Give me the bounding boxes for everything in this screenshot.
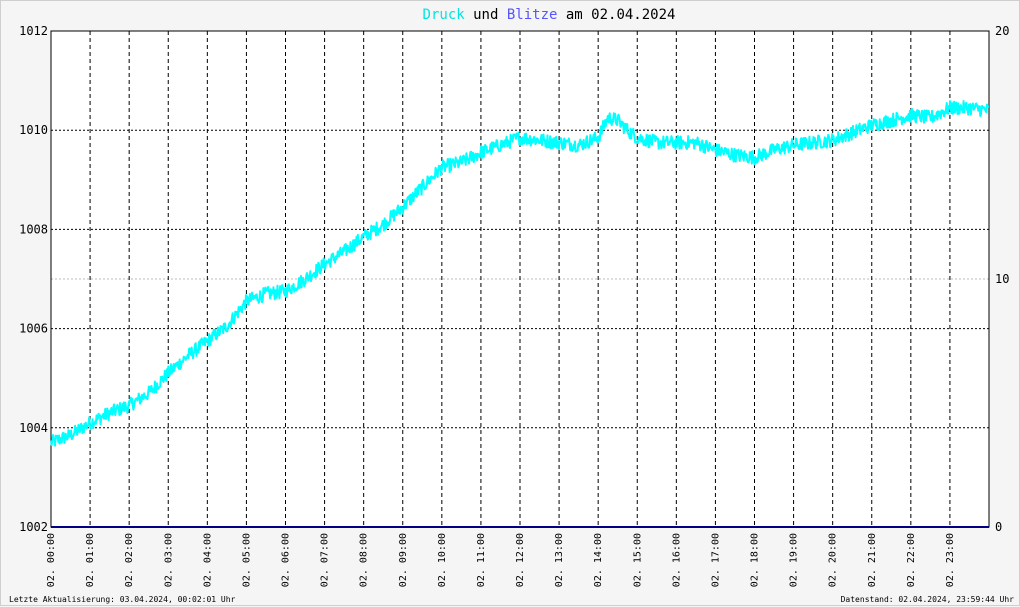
y-left-tick-label: 1012 [19, 24, 48, 38]
x-tick-label: 02. 06:00 [281, 533, 292, 587]
x-tick-label: 02. 19:00 [789, 533, 800, 587]
y-left-tick-label: 1008 [19, 222, 48, 236]
x-tick-label: 02. 03:00 [163, 533, 174, 587]
x-tick-label: 02. 12:00 [515, 533, 526, 587]
right-axis-ticks: 0 10 20 [995, 24, 1009, 534]
y-right-tick-label: 0 [995, 520, 1002, 534]
x-tick-label: 02. 08:00 [359, 533, 370, 587]
x-tick-label: 02. 16:00 [671, 533, 682, 587]
x-tick-label: 02. 09:00 [398, 533, 409, 587]
pressure-lightning-chart: Druck und Blitze am 02.04.2024 100210041… [9, 7, 1015, 604]
y-left-tick-label: 1010 [19, 123, 48, 137]
x-tick-label: 02. 05:00 [241, 533, 252, 587]
x-tick-label: 02. 02:00 [124, 533, 135, 587]
y-right-tick-label: 20 [995, 24, 1009, 38]
y-left-tick-label: 1002 [19, 520, 48, 534]
x-axis-ticks: 02. 00:00 02. 01:00 02. 02:00 02. 03:00 02. … [46, 533, 956, 587]
title-und: und [465, 7, 507, 23]
chart-title: Druck und Blitze am 02.04.2024 [423, 7, 676, 23]
y-left-tick-label: 1006 [19, 322, 48, 336]
title-date: am 02.04.2024 [557, 7, 675, 23]
x-tick-label: 02. 17:00 [710, 533, 721, 587]
x-tick-label: 02. 13:00 [554, 533, 565, 587]
x-tick-label: 02. 14:00 [593, 533, 604, 587]
x-tick-label: 02. 00:00 [46, 533, 57, 587]
footer-data-status: Datenstand: 02.04.2024, 23:59:44 Uhr [841, 595, 1015, 604]
x-tick-label: 02. 15:00 [632, 533, 643, 587]
left-axis-ticks: 1002 1004 1006 1008 1010 1012 [19, 24, 48, 534]
chart-frame: Druck und Blitze am 02.04.2024 1002 1004 1… [0, 0, 1020, 606]
title-druck: Druck [423, 7, 466, 23]
x-tick-label: 02. 20:00 [828, 533, 839, 587]
x-tick-label: 02. 01:00 [85, 533, 96, 587]
x-tick-label: 02. 23:00 [945, 533, 956, 587]
x-tick-label: 02. 04:00 [202, 533, 213, 587]
x-tick-label: 02. 21:00 [867, 533, 878, 587]
x-tick-label: 02. 11:00 [476, 533, 487, 587]
x-tick-label: 02. 07:00 [320, 533, 331, 587]
y-left-tick-label: 1004 [19, 421, 48, 435]
title-blitze: Blitze [507, 7, 558, 23]
x-tick-label: 02. 18:00 [750, 533, 761, 587]
x-tick-label: 02. 10:00 [437, 533, 448, 587]
footer-last-update: Letzte Aktualisierung: 03.04.2024, 00:02… [9, 595, 236, 604]
y-right-tick-label: 10 [995, 272, 1009, 286]
x-tick-label: 02. 22:00 [906, 533, 917, 587]
